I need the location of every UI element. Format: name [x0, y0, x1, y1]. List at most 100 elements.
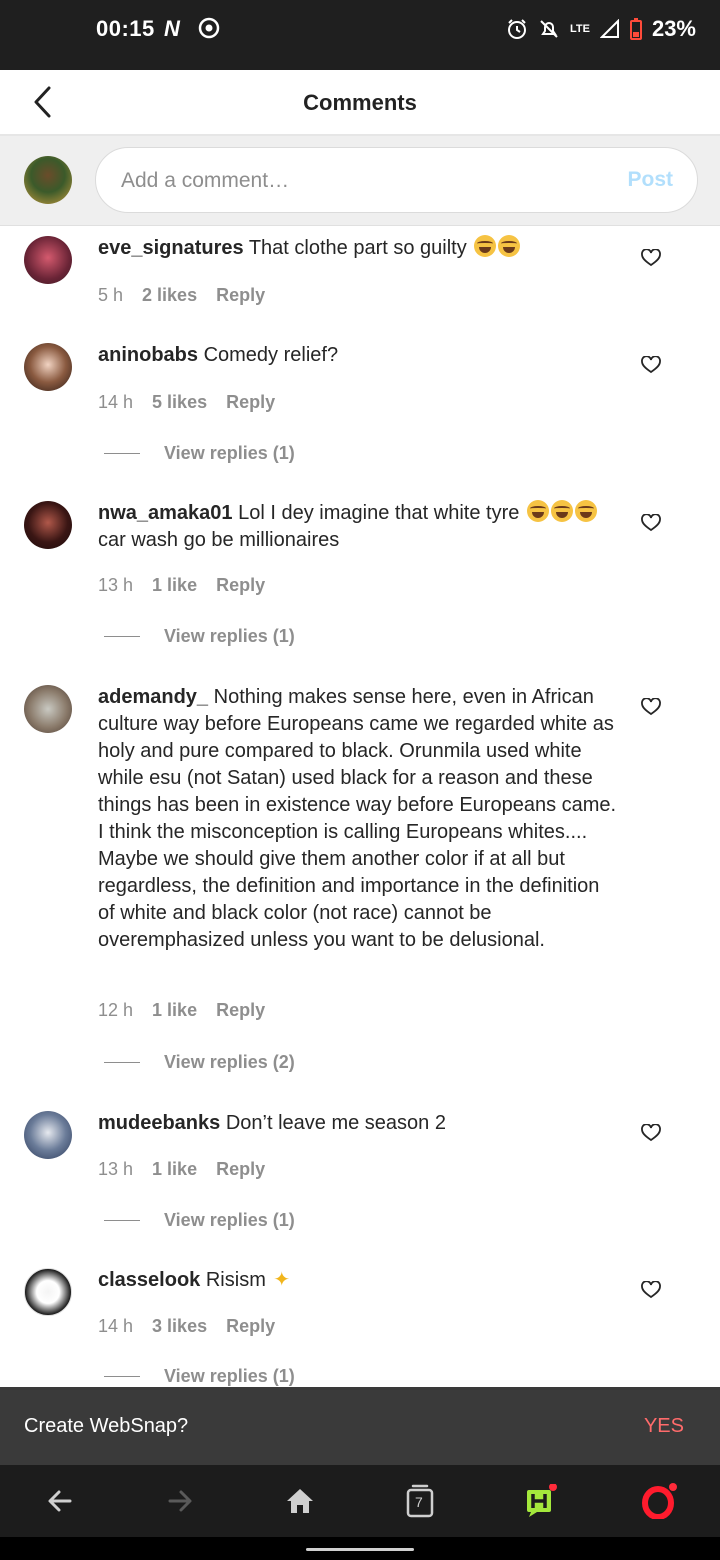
battery-icon [629, 18, 642, 40]
page-title: Comments [303, 90, 417, 115]
joy-emoji [574, 500, 597, 522]
comment-meta: 13 h 1 like Reply [98, 575, 265, 596]
comment-meta: 5 h 2 likes Reply [98, 285, 265, 306]
comment-likes[interactable]: 3 likes [152, 1316, 207, 1337]
comment-composer: Add a comment… Post [0, 136, 720, 226]
opera-icon[interactable] [640, 1481, 680, 1521]
comment-username[interactable]: ademandy_ [98, 686, 208, 708]
websnap-prompt: Create WebSnap? [24, 1415, 189, 1437]
home-icon[interactable] [280, 1481, 320, 1521]
joy-emoji [498, 235, 521, 257]
view-replies-button[interactable]: View replies (2) [104, 1052, 295, 1073]
my-avatar [24, 156, 72, 204]
comment-time: 14 h [98, 392, 134, 412]
avatar[interactable] [24, 343, 72, 391]
comment-meta: 12 h 1 like Reply [98, 1000, 265, 1021]
reply-button[interactable]: Reply [226, 392, 275, 413]
top-app-bar: Comments [0, 70, 720, 136]
comment-body: That clothe part so guilty [248, 237, 467, 259]
view-replies-button[interactable]: View replies (1) [104, 443, 295, 464]
comment-body: Lol I dey imagine that white tyre [238, 502, 520, 524]
heart-icon[interactable] [641, 514, 661, 532]
joy-emoji [526, 500, 549, 522]
comments-list[interactable]: eve_signatures That clothe part so guilt… [0, 226, 720, 1387]
comment-time: 13 h [98, 575, 134, 595]
comment-text: classelook Risism ✦ [98, 1267, 618, 1294]
comment-likes[interactable]: 1 like [152, 1159, 197, 1180]
comment-text: mudeebanks Don’t leave me season 2 [98, 1110, 618, 1137]
reply-button[interactable]: Reply [226, 1316, 275, 1337]
view-replies-label: View replies (2) [164, 1052, 295, 1072]
battery-percent: 23% [651, 16, 696, 41]
reply-button[interactable]: Reply [216, 1159, 265, 1180]
comment-likes[interactable]: 5 likes [152, 392, 207, 413]
comment-text: nwa_amaka01 Lol I dey imagine that white… [98, 500, 618, 554]
divider [104, 453, 140, 454]
view-replies-label: View replies (1) [164, 626, 295, 646]
reply-button[interactable]: Reply [216, 575, 265, 596]
comment-time: 14 h [98, 1316, 134, 1336]
status-icons: LTE 23% [506, 14, 696, 44]
comment-username[interactable]: mudeebanks [98, 1112, 220, 1134]
heart-icon[interactable] [641, 356, 661, 374]
reply-button[interactable]: Reply [216, 1000, 265, 1021]
opera-notification-icon [198, 17, 220, 39]
heart-icon[interactable] [641, 698, 661, 716]
view-replies-button[interactable]: View replies (1) [104, 626, 295, 647]
comment-meta: 13 h 1 like Reply [98, 1159, 265, 1180]
heart-icon[interactable] [641, 1124, 661, 1142]
avatar[interactable] [24, 501, 72, 549]
back-arrow-icon[interactable] [40, 1481, 80, 1521]
tabs-icon[interactable]: 7 [400, 1481, 440, 1521]
comment-body: Nothing makes sense here, even in Africa… [98, 686, 617, 951]
heart-icon[interactable] [641, 1281, 661, 1299]
comment-likes[interactable]: 1 like [152, 575, 197, 596]
lte-indicator: LTE [569, 22, 590, 35]
view-replies-label: View replies (1) [164, 443, 295, 463]
comment-username[interactable]: aninobabs [98, 344, 198, 366]
comment-username[interactable]: classelook [98, 1269, 200, 1291]
forward-arrow-icon[interactable] [160, 1481, 200, 1521]
comment-body: Don’t leave me season 2 [225, 1112, 446, 1134]
comment-time: 13 h [98, 1159, 134, 1179]
hype-icon[interactable] [520, 1481, 560, 1521]
view-replies-label: View replies (1) [164, 1366, 295, 1386]
home-indicator[interactable] [306, 1548, 414, 1551]
comment-username[interactable]: eve_signatures [98, 237, 244, 259]
comment-text: ademandy_ Nothing makes sense here, even… [98, 684, 618, 954]
comment-username[interactable]: nwa_amaka01 [98, 502, 233, 524]
comment-text: aninobabs Comedy relief? [98, 342, 618, 369]
avatar[interactable] [24, 685, 72, 733]
comment-placeholder: Add a comment… [121, 169, 290, 192]
comment-likes[interactable]: 1 like [152, 1000, 197, 1021]
signal-icon [599, 19, 619, 38]
joy-emoji [474, 235, 497, 257]
avatar[interactable] [24, 1111, 72, 1159]
comment-likes[interactable]: 2 likes [142, 285, 197, 306]
clapping-hands-emoji: ✦ [273, 1269, 291, 1291]
comment-body-cont: car wash go be millionaires [98, 529, 340, 551]
mute-bell-icon [540, 20, 558, 38]
heart-icon[interactable] [641, 249, 661, 267]
comment-text: eve_signatures That clothe part so guilt… [98, 235, 618, 262]
n-notification-icon: N [164, 16, 180, 41]
avatar[interactable] [24, 1268, 72, 1316]
divider [104, 1220, 140, 1221]
divider [104, 1376, 140, 1377]
divider [104, 636, 140, 637]
view-replies-button[interactable]: View replies (1) [104, 1210, 295, 1231]
comment-meta: 14 h 3 likes Reply [98, 1316, 275, 1337]
view-replies-button[interactable]: View replies (1) [104, 1366, 295, 1387]
comment-input[interactable]: Add a comment… Post [95, 147, 698, 213]
websnap-yes-button[interactable]: YES [644, 1415, 684, 1438]
websnap-snackbar: Create WebSnap? YES [0, 1387, 720, 1465]
tab-count: 7 [415, 1494, 423, 1510]
joy-emoji [550, 500, 573, 522]
comment-time: 5 h [98, 285, 124, 305]
comment-body: Comedy relief? [203, 344, 339, 366]
post-button[interactable]: Post [627, 168, 673, 192]
avatar[interactable] [24, 236, 72, 284]
clock: 00:15 [96, 16, 155, 41]
reply-button[interactable]: Reply [216, 285, 265, 306]
comment-time: 12 h [98, 1000, 134, 1020]
